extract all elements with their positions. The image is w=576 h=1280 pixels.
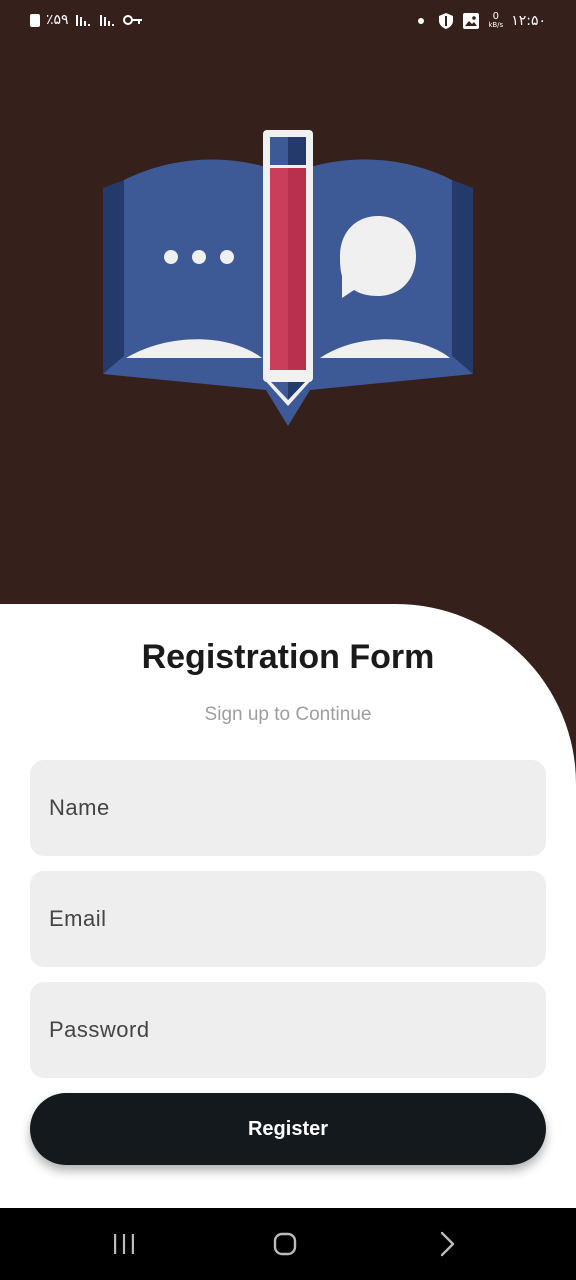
register-button[interactable]: Register (30, 1093, 546, 1165)
name-input[interactable] (30, 760, 546, 856)
status-right: 0 kB/s ۱۲:۵۰ (418, 12, 546, 30)
registration-sheet: Registration Form Sign up to Continue Re… (0, 604, 576, 1208)
net-speed-value: 0 (492, 11, 499, 22)
notification-dot-icon (418, 18, 425, 24)
signal-icon (75, 15, 90, 26)
signal-icon-2 (99, 15, 114, 26)
form-title: Registration Form (141, 638, 435, 676)
status-bar: ٪۵۹ 0 kB/s ۱۲:۵۰ (0, 0, 576, 44)
password-input[interactable] (30, 982, 546, 1078)
battery-percent: ٪۵۹ (46, 12, 69, 28)
dots-icon (164, 250, 178, 264)
clock: ۱۲:۵۰ (511, 13, 546, 29)
book-pencil-logo (103, 130, 473, 426)
net-speed-unit: kB/s (488, 21, 504, 29)
battery-icon (30, 13, 40, 27)
back-icon[interactable] (438, 1231, 456, 1257)
shield-icon (439, 13, 454, 29)
net-speed: 0 kB/s (488, 12, 503, 30)
status-left: ٪۵۹ (30, 12, 143, 28)
navigation-bar (0, 1208, 576, 1280)
email-input[interactable] (30, 871, 546, 967)
vpn-key-icon (122, 15, 142, 25)
image-icon (463, 13, 480, 29)
home-icon[interactable] (273, 1232, 297, 1256)
form-subtitle: Sign up to Continue (204, 704, 372, 725)
recent-apps-icon[interactable] (112, 1233, 136, 1255)
